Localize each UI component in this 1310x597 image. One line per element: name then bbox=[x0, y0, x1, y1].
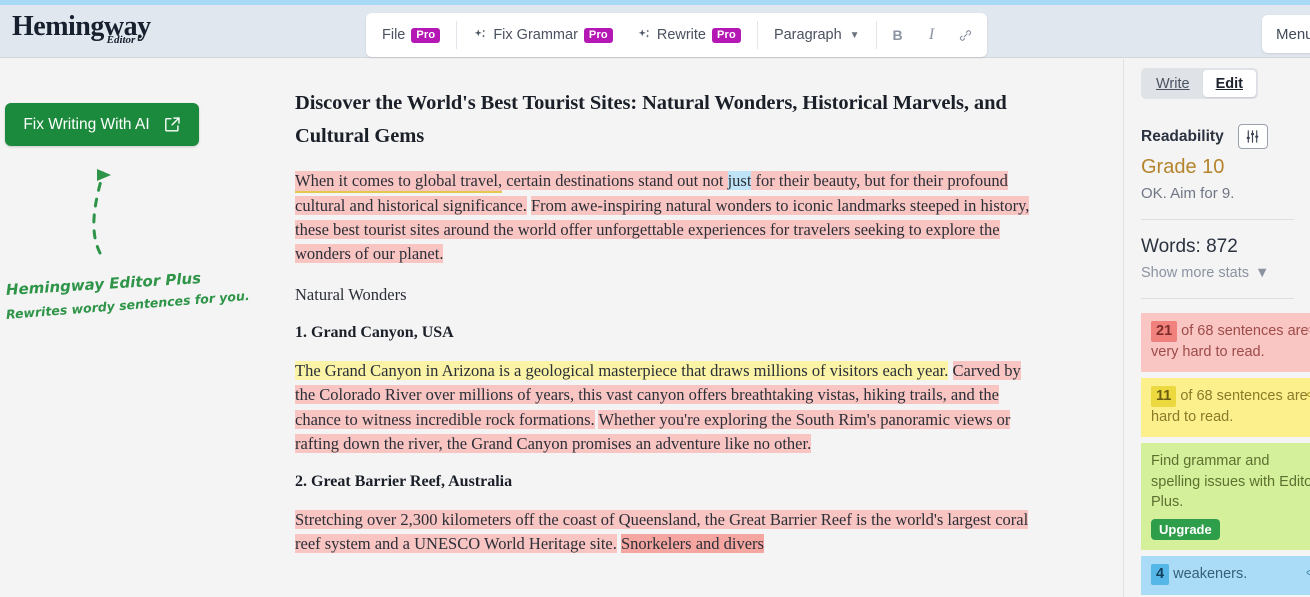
stat-cards: 21 of 68 sentences are very hard to read… bbox=[1141, 313, 1310, 595]
rewrite-button[interactable]: Rewrite Pro bbox=[625, 18, 753, 52]
app-header: HemingwayEditor • File Pro Fix Grammar Pr… bbox=[0, 5, 1310, 58]
promo-arrow bbox=[72, 151, 142, 266]
stat-card-text: 4 weakeners. bbox=[1151, 564, 1310, 585]
text-hard: certain destinations stand out not bbox=[502, 171, 728, 191]
tab-write[interactable]: Write bbox=[1143, 70, 1203, 97]
file-menu-button[interactable]: File Pro bbox=[370, 18, 452, 52]
toggle-highlight-icon[interactable] bbox=[1306, 322, 1310, 342]
stat-count: 21 bbox=[1151, 321, 1178, 342]
brand-subtitle: Editor bbox=[106, 34, 136, 46]
promo-text: Hemingway Editor Plus Rewrites wordy sen… bbox=[5, 269, 250, 322]
pro-badge: Pro bbox=[583, 27, 613, 43]
document-title: Discover the World's Best Tourist Sites:… bbox=[295, 92, 1007, 148]
pro-badge: Pro bbox=[411, 27, 441, 43]
editor-toolbar: File Pro Fix Grammar Pro Rewrite Pro Par… bbox=[366, 13, 987, 57]
fix-writing-with-ai-button[interactable]: Fix Writing With AI bbox=[5, 103, 199, 146]
link-button[interactable] bbox=[949, 18, 983, 52]
italic-button[interactable]: I bbox=[915, 18, 949, 52]
readability-label: Readability bbox=[1141, 127, 1224, 145]
sparkle-icon bbox=[475, 29, 486, 38]
mode-switcher: Write Edit bbox=[1141, 68, 1258, 99]
divider bbox=[1141, 219, 1294, 220]
external-link-icon bbox=[164, 117, 180, 132]
fix-grammar-label: Fix Grammar bbox=[493, 27, 578, 43]
readability-header: Readability bbox=[1141, 124, 1310, 149]
curved-dashed-arrow-icon bbox=[92, 169, 111, 255]
show-more-stats-label: Show more stats bbox=[1141, 265, 1249, 281]
document-editor[interactable]: Discover the World's Best Tourist Sites:… bbox=[282, 59, 1123, 597]
toolbar-divider bbox=[756, 21, 758, 49]
brand-dot: • bbox=[137, 30, 142, 45]
readability-settings-button[interactable] bbox=[1237, 124, 1268, 149]
eye-icon bbox=[1306, 326, 1310, 333]
stat-count: 4 bbox=[1151, 564, 1170, 585]
chevron-down-icon: ▼ bbox=[1255, 265, 1270, 281]
section-label-natural-wonders: Natural Wonders bbox=[295, 285, 407, 305]
eye-icon bbox=[1306, 392, 1310, 398]
upgrade-button[interactable]: Upgrade bbox=[1151, 519, 1220, 541]
stat-card-grammar-upsell: Find grammar and spelling issues with Ed… bbox=[1141, 443, 1310, 551]
stat-card-text: Find grammar and spelling issues with Ed… bbox=[1151, 453, 1310, 511]
right-sidebar: Write Edit Readability Grade 10 OK. Aim … bbox=[1123, 59, 1310, 597]
ai-button-label: Fix Writing With AI bbox=[23, 115, 150, 133]
paragraph-intro: When it comes to global travel, certain … bbox=[295, 169, 1043, 266]
stat-card-weakeners: 4 weakeners. bbox=[1141, 556, 1310, 595]
left-sidebar: Fix Writing With AI Hemingway Editor Plu… bbox=[0, 59, 282, 597]
text-hard-wordy: When it comes to global travel, bbox=[295, 171, 503, 194]
fix-grammar-button[interactable]: Fix Grammar Pro bbox=[461, 18, 625, 52]
divider bbox=[1141, 298, 1294, 299]
eye-icon bbox=[1306, 570, 1310, 576]
stat-card-text: 11 of 68 sentences are hard to read. bbox=[1151, 386, 1310, 427]
toggle-highlight-icon[interactable] bbox=[1306, 565, 1310, 585]
toolbar-divider bbox=[456, 21, 458, 49]
tab-edit[interactable]: Edit bbox=[1202, 70, 1256, 97]
stat-count: 11 bbox=[1151, 386, 1177, 407]
link-icon bbox=[959, 29, 972, 41]
sparkle-icon bbox=[638, 29, 649, 38]
paragraph-label: Paragraph bbox=[773, 27, 842, 43]
menu-button[interactable]: Menu bbox=[1262, 15, 1310, 53]
file-label: File bbox=[382, 27, 406, 43]
chevron-down-icon: ▼ bbox=[849, 29, 860, 41]
heading-great-barrier-reef: 2. Great Barrier Reef, Australia bbox=[295, 472, 513, 490]
word-count: Words: 872 bbox=[1141, 236, 1238, 257]
toggle-highlight-icon[interactable] bbox=[1306, 387, 1310, 407]
stat-label: weakeners. bbox=[1169, 566, 1248, 583]
text-very-hard: Snorkelers and divers bbox=[621, 534, 764, 554]
app-root: HemingwayEditor • File Pro Fix Grammar Pr… bbox=[0, 0, 1310, 597]
toolbar-divider bbox=[875, 21, 877, 49]
show-more-stats-toggle[interactable]: Show more stats ▼ bbox=[1141, 265, 1310, 281]
paragraph-style-dropdown[interactable]: Paragraph ▼ bbox=[762, 18, 872, 52]
stat-card-hard: 11 of 68 sentences are hard to read. bbox=[1141, 378, 1310, 438]
heading-grand-canyon: 1. Grand Canyon, USA bbox=[295, 324, 454, 342]
bold-button[interactable]: B bbox=[881, 18, 915, 52]
stat-card-text: 21 of 68 sentences are very hard to read… bbox=[1151, 321, 1310, 362]
sliders-icon bbox=[1246, 130, 1259, 143]
rewrite-label: Rewrite bbox=[656, 27, 706, 43]
paragraph-grand-canyon: The Grand Canyon in Arizona is a geologi… bbox=[295, 359, 1043, 456]
stat-card-very-hard: 21 of 68 sentences are very hard to read… bbox=[1141, 313, 1310, 373]
readability-grade: Grade 10 bbox=[1141, 156, 1225, 178]
pro-badge: Pro bbox=[712, 27, 741, 43]
text-weakener: just bbox=[727, 171, 752, 191]
app-logo: HemingwayEditor • bbox=[12, 11, 184, 46]
text-hard-yellow: The Grand Canyon in Arizona is a geologi… bbox=[295, 361, 949, 381]
readability-aim-text: OK. Aim for 9. bbox=[1141, 185, 1235, 202]
paragraph-great-barrier-reef: Stretching over 2,300 kilometers off the… bbox=[295, 508, 1043, 556]
